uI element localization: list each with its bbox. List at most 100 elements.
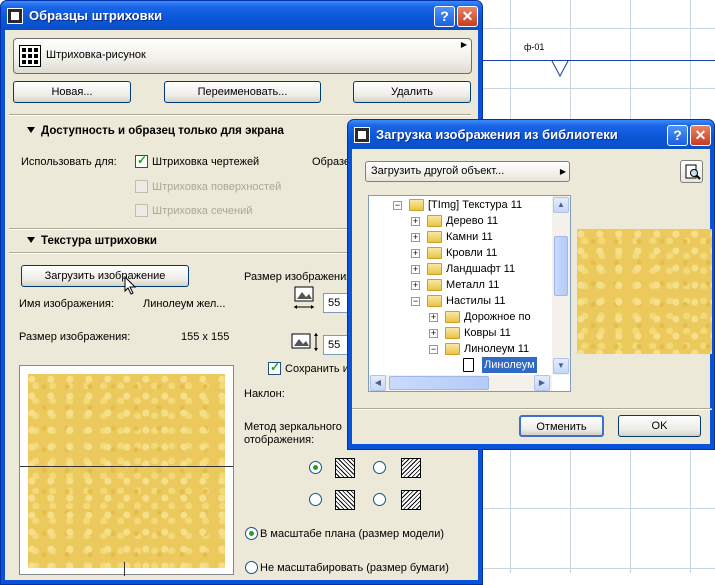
dialog-titlebar[interactable]: Загрузка изображения из библиотеки ? ✕ bbox=[348, 120, 714, 149]
help-button[interactable]: ? bbox=[434, 6, 455, 27]
use-for-label: Использовать для: bbox=[21, 156, 117, 168]
tree-node[interactable]: + Дорожное по bbox=[369, 309, 552, 325]
collapse-icon[interactable]: − bbox=[429, 345, 438, 354]
scroll-thumb[interactable] bbox=[554, 236, 568, 296]
mirror-option-2-icon bbox=[401, 458, 421, 478]
tree-node[interactable]: + Кровли 11 bbox=[369, 245, 552, 261]
keep-ratio-checkbox[interactable] bbox=[268, 360, 281, 375]
scroll-thumb[interactable] bbox=[389, 376, 489, 390]
mirror-option-3-radio[interactable] bbox=[309, 493, 322, 506]
tree-node-label: [TImg] Текстура 11 bbox=[428, 199, 523, 211]
scroll-down-button[interactable]: ▼ bbox=[553, 358, 569, 374]
tree-node[interactable]: − Настилы 11 bbox=[369, 293, 552, 309]
mirror-option-3-icon bbox=[335, 490, 355, 510]
cancel-button[interactable]: Отменить bbox=[519, 415, 604, 437]
tilt-label: Наклон: bbox=[244, 388, 285, 400]
new-button[interactable]: Новая... bbox=[13, 81, 131, 103]
tree-node[interactable]: + Ковры 11 bbox=[369, 325, 552, 341]
section-hatch-checkbox[interactable] bbox=[135, 204, 148, 217]
tree-node[interactable]: + Ландшафт 11 bbox=[369, 261, 552, 277]
tree-node-label: Дерево 11 bbox=[446, 215, 499, 227]
help-button[interactable]: ? bbox=[667, 125, 688, 146]
scroll-left-button[interactable]: ◀ bbox=[370, 375, 386, 391]
image-size-value: 155 x 155 bbox=[181, 331, 230, 343]
tree-node-label: Линолеум bbox=[482, 357, 537, 373]
expand-icon[interactable]: + bbox=[411, 281, 420, 290]
tree-node[interactable]: + Дерево 11 bbox=[369, 213, 552, 229]
image-name-label: Имя изображения: bbox=[19, 298, 114, 310]
folder-icon bbox=[427, 295, 442, 307]
folder-icon bbox=[427, 263, 442, 275]
mirror-option-2-radio[interactable] bbox=[373, 461, 386, 474]
tree-node[interactable]: − Линолеум 11 bbox=[369, 341, 552, 357]
tree-node[interactable]: − [TImg] Текстура 11 bbox=[369, 197, 552, 213]
image-size-right-label: Размер изображения bbox=[244, 271, 353, 283]
canvas-marker-line bbox=[482, 60, 715, 61]
scale-model-radio[interactable] bbox=[245, 527, 258, 540]
scale-paper-radio[interactable] bbox=[245, 561, 258, 574]
surface-hatch-checkbox[interactable] bbox=[135, 180, 148, 193]
dialog-client: Загрузить другой объект... ▶ − [TImg] Тек… bbox=[352, 149, 712, 444]
hatch-type-popup[interactable]: Штриховка-рисунок ▶ bbox=[13, 38, 472, 74]
canvas-marker-label: ф-01 bbox=[524, 42, 545, 52]
folder-icon bbox=[427, 247, 442, 259]
tree-node[interactable]: + Камни 11 bbox=[369, 229, 552, 245]
mirror-option-1-radio[interactable] bbox=[309, 461, 322, 474]
load-other-label: Загрузить другой объект... bbox=[371, 165, 505, 177]
expand-icon[interactable]: + bbox=[411, 217, 420, 226]
tree-hscroll[interactable]: ◀ ▶ bbox=[369, 375, 552, 391]
expand-icon[interactable]: + bbox=[411, 233, 420, 242]
mirror-option-4-icon bbox=[401, 490, 421, 510]
expand-icon[interactable]: + bbox=[411, 265, 420, 274]
dialog-title: Загрузка изображения из библиотеки bbox=[376, 127, 618, 142]
close-button[interactable]: ✕ bbox=[457, 6, 478, 27]
close-button[interactable]: ✕ bbox=[690, 125, 711, 146]
hatch-window-titlebar[interactable]: Образцы штриховки ? ✕ bbox=[1, 1, 482, 30]
tree-node[interactable]: Линолеум bbox=[369, 357, 552, 373]
texture-section-title: Текстура штриховки bbox=[41, 235, 157, 247]
tree-vscroll[interactable]: ▲ ▼ bbox=[552, 196, 570, 375]
keep-ratio-label: Сохранить ис bbox=[285, 363, 355, 375]
scroll-right-button[interactable]: ▶ bbox=[534, 375, 550, 391]
scale-paper-label: Не масштабировать (размер бумаги) bbox=[260, 562, 449, 574]
magnifier-icon bbox=[685, 164, 701, 180]
tree-node-label: Ковры 11 bbox=[464, 327, 511, 339]
rename-button[interactable]: Переименовать... bbox=[164, 81, 321, 103]
delete-button[interactable]: Удалить bbox=[353, 81, 471, 103]
tree-node-label: Дорожное по bbox=[464, 311, 531, 323]
expand-icon[interactable]: + bbox=[411, 249, 420, 258]
mirror-option-4-radio[interactable] bbox=[373, 493, 386, 506]
app-icon bbox=[354, 127, 370, 143]
collapse-icon[interactable]: − bbox=[393, 201, 402, 210]
tree-node[interactable]: + Металл 11 bbox=[369, 277, 552, 293]
expand-icon[interactable]: + bbox=[429, 313, 438, 322]
texture-preview-frame bbox=[19, 365, 234, 576]
tree-node-label: Металл 11 bbox=[446, 279, 500, 291]
library-tree[interactable]: − [TImg] Текстура 11 + Дерево 11 + Камни 11 + К… bbox=[368, 195, 571, 392]
texture-preview-image bbox=[28, 374, 225, 568]
scroll-up-button[interactable]: ▲ bbox=[553, 197, 569, 213]
texture-section-toggle[interactable]: Текстура штриховки bbox=[27, 235, 157, 247]
preview-guide bbox=[20, 466, 233, 467]
scale-model-label: В масштабе плана (размер модели) bbox=[260, 528, 445, 540]
folder-icon bbox=[427, 231, 442, 243]
canvas-marker-triangle bbox=[551, 60, 569, 78]
app-icon bbox=[7, 8, 23, 24]
drafting-hatch-checkbox[interactable] bbox=[135, 153, 148, 168]
expand-icon[interactable]: + bbox=[429, 329, 438, 338]
load-other-popup[interactable]: Загрузить другой объект... ▶ bbox=[365, 161, 570, 182]
tree-node-label: Ландшафт 11 bbox=[446, 263, 516, 275]
image-name-value: Линолеум жел... bbox=[143, 298, 226, 310]
mirror-label-line2: отображения: bbox=[244, 434, 315, 446]
availability-section-toggle[interactable]: Доступность и образец только для экрана bbox=[27, 125, 284, 137]
library-preview-image bbox=[577, 229, 712, 354]
pattern-hatch-icon bbox=[19, 45, 41, 67]
load-image-button[interactable]: Загрузить изображение bbox=[21, 265, 189, 287]
width-icon bbox=[294, 286, 314, 309]
preview-button[interactable] bbox=[680, 160, 703, 183]
tree-node-label: Линолеум 11 bbox=[464, 343, 530, 355]
collapse-triangle-icon bbox=[27, 127, 35, 133]
tree-node-label: Камни 11 bbox=[446, 231, 493, 243]
collapse-icon[interactable]: − bbox=[411, 297, 420, 306]
ok-button[interactable]: OK bbox=[618, 415, 701, 437]
